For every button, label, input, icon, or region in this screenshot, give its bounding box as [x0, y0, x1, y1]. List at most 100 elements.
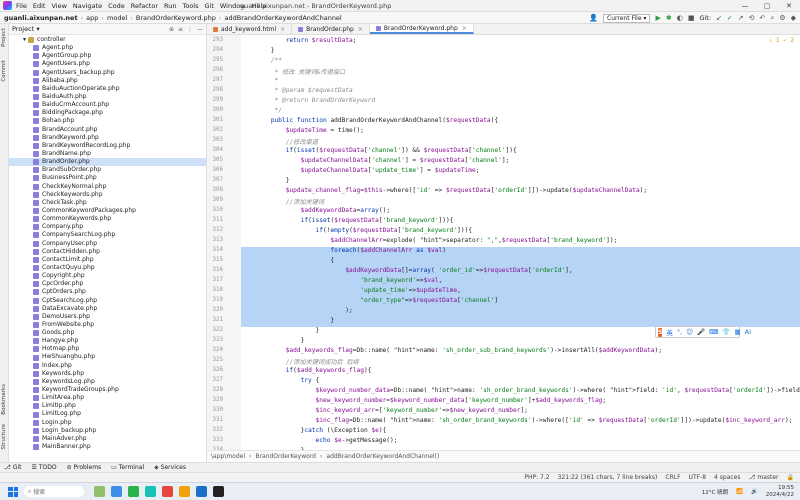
ime-toolbar[interactable]: S 英 °, ☺ 🎤 ⌨ 👕 ▦ Ai: [655, 326, 751, 338]
keyboard-icon[interactable]: ⌨: [709, 328, 718, 336]
code-line[interactable]: $inc_flag=Db::name( "hint">name: 'sh_ord…: [241, 417, 800, 427]
tree-file-item[interactable]: DataExcavate.php: [9, 305, 206, 313]
search-icon[interactable]: ⌕: [770, 14, 774, 23]
nav-crumb-method[interactable]: addBrandOrderKeywordAndChannel: [225, 14, 342, 22]
tree-file-item[interactable]: LimitLog.php: [9, 410, 206, 418]
tree-file-item[interactable]: Keywords.php: [9, 370, 206, 378]
code-line[interactable]: }: [241, 337, 800, 347]
tree-file-item[interactable]: Company.php: [9, 223, 206, 231]
smile-icon[interactable]: ☺: [686, 328, 693, 336]
code-line[interactable]: foreach($addChannelArr as $val): [241, 247, 800, 257]
grid-icon[interactable]: ▦: [735, 328, 741, 336]
tool-todo[interactable]: ☰ TODO: [32, 464, 57, 471]
status-caret-position[interactable]: 321:22 (361 chars, 7 line breaks): [558, 474, 658, 481]
code-line[interactable]: if(isset($requestData['brand_keyword']))…: [241, 217, 800, 227]
tool-git[interactable]: ⎇ Git: [4, 464, 22, 471]
locate-icon[interactable]: ⊕: [169, 26, 174, 33]
tree-file-item[interactable]: KeywordTradeGroups.php: [9, 386, 206, 394]
collapse-all-icon[interactable]: ≡: [178, 26, 183, 33]
taskbar-app-chrome-icon[interactable]: [162, 486, 173, 497]
tree-file-item[interactable]: LimitArea.php: [9, 394, 206, 402]
tree-file-item[interactable]: CompanyUser.php: [9, 240, 206, 248]
taskbar-app-qq-icon[interactable]: [145, 486, 156, 497]
code-line[interactable]: if(isset($requestData['channel']) && $re…: [241, 147, 800, 157]
tree-file-item[interactable]: AgentGroup.php: [9, 52, 206, 60]
lock-icon[interactable]: 🔒: [787, 474, 794, 481]
code-line[interactable]: if(!empty($requestData['brand_keyword'])…: [241, 227, 800, 237]
taskbar-search[interactable]: ⌕ 搜索: [24, 486, 84, 497]
nav-crumb-model[interactable]: model: [107, 14, 127, 22]
tree-file-item[interactable]: LimitIp.php: [9, 402, 206, 410]
hide-panel-icon[interactable]: —: [197, 26, 203, 33]
code-line[interactable]: //添加关键词: [241, 197, 800, 207]
options-icon[interactable]: ⋮: [187, 26, 193, 33]
crumb-class[interactable]: BrandOrderKeyword: [255, 453, 316, 460]
code-line[interactable]: $addChannelArr=explode( "hint">separator…: [241, 237, 800, 247]
status-php-version[interactable]: PHP: 7.2: [524, 474, 549, 481]
tree-file-item[interactable]: Agent.php: [9, 44, 206, 52]
code-line[interactable]: $keyword_number_data=Db::name( "hint">na…: [241, 387, 800, 397]
code-line[interactable]: //修改渠道: [241, 137, 800, 147]
code-editor[interactable]: 293 294 295 296 297 298 299 300 301 302 303 304 305 3…: [207, 35, 800, 450]
tree-file-item[interactable]: CheckKeyNormal.php: [9, 183, 206, 191]
tree-file-item[interactable]: CommonKeywordPackages.php: [9, 207, 206, 215]
taskbar-app-folder-icon[interactable]: [179, 486, 190, 497]
crumb-namespace[interactable]: \app\model: [211, 453, 245, 460]
coverage-icon[interactable]: ◐: [677, 14, 683, 22]
taskbar-app-files-icon[interactable]: [111, 486, 122, 497]
project-panel-title[interactable]: Project ▾: [12, 25, 40, 33]
microphone-icon[interactable]: 🎤: [697, 328, 705, 336]
git-update-icon[interactable]: ↙: [716, 14, 722, 22]
code-line[interactable]: if($add_keywords_flag){: [241, 367, 800, 377]
tool-bookmarks[interactable]: Bookmarks: [1, 384, 7, 415]
tree-file-item[interactable]: BrandKeyword.php: [9, 134, 206, 142]
code-line[interactable]: */: [241, 107, 800, 117]
undo-icon[interactable]: ↶: [760, 14, 766, 22]
code-line[interactable]: 'brand_keyword'=>$val,: [241, 277, 800, 287]
code-line[interactable]: /**: [241, 57, 800, 67]
tree-file-item[interactable]: HwShuanghu.php: [9, 353, 206, 361]
menu-tools[interactable]: Tools: [182, 2, 198, 10]
status-indent[interactable]: 4 spaces: [714, 474, 740, 481]
code-line[interactable]: {: [241, 257, 800, 267]
tree-file-item[interactable]: BrandOrder.php: [9, 158, 206, 167]
tree-file-item[interactable]: Alibaba.php: [9, 77, 206, 85]
code-line[interactable]: public function addBrandOrderKeywordAndC…: [241, 117, 800, 127]
code-line[interactable]: //添加关键词成功后 后续: [241, 357, 800, 367]
menu-file[interactable]: File: [16, 2, 27, 10]
nav-crumb-file[interactable]: BrandOrderKeyword.php: [136, 14, 216, 22]
code-line[interactable]: * @return BrandOrderKeyword: [241, 97, 800, 107]
close-tab-icon[interactable]: ×: [462, 25, 467, 32]
code-line[interactable]: 'update_time'=>$updateTime,: [241, 287, 800, 297]
close-tab-icon[interactable]: ×: [280, 26, 285, 33]
code-line[interactable]: $updateChannelData['channel'] = $request…: [241, 157, 800, 167]
debug-icon[interactable]: ✱: [666, 14, 672, 22]
tree-file-item[interactable]: CpcOrder.php: [9, 280, 206, 288]
taskbar-clock[interactable]: 19:55 2024/4/22: [766, 485, 794, 498]
code-line[interactable]: * 修改 关键词&传递接口: [241, 67, 800, 77]
tree-file-item[interactable]: CommonKeywords.php: [9, 215, 206, 223]
minimize-icon[interactable]: —: [734, 0, 756, 12]
menu-edit[interactable]: Edit: [33, 2, 46, 10]
taskbar-app-edge-icon[interactable]: [196, 486, 207, 497]
tool-project[interactable]: Project: [1, 28, 7, 47]
close-tab-icon[interactable]: ×: [358, 26, 363, 33]
tree-file-item[interactable]: CptSearchLog.php: [9, 297, 206, 305]
tab-brandorderkeyword-php[interactable]: BrandOrderKeyword.php ×: [369, 24, 474, 34]
tree-file-item[interactable]: ContactHidden.php: [9, 248, 206, 256]
tree-folder-controller[interactable]: ▾ controller: [9, 36, 206, 44]
tab-add-keyword-html[interactable]: add_keyword.html ×: [207, 24, 293, 34]
punctuation-icon[interactable]: °,: [677, 328, 682, 336]
tree-file-item[interactable]: FromWebsite.php: [9, 321, 206, 329]
tree-file-item[interactable]: ContactLimit.php: [9, 256, 206, 264]
crumb-method[interactable]: addBrandOrderKeywordAndChannel(): [326, 453, 439, 460]
menu-code[interactable]: Code: [108, 2, 125, 10]
code-line[interactable]: echo $e->getMessage();: [241, 437, 800, 447]
tree-file-item[interactable]: Login_backup.php: [9, 427, 206, 435]
status-git-branch[interactable]: ⎇ master: [749, 474, 779, 481]
code-line[interactable]: "order_type"=>$requestData['channel']: [241, 297, 800, 307]
code-line[interactable]: * @param $requestData: [241, 87, 800, 97]
nav-crumb-app[interactable]: app: [86, 14, 98, 22]
git-commit-icon[interactable]: ✓: [727, 14, 733, 22]
menu-run[interactable]: Run: [164, 2, 176, 10]
